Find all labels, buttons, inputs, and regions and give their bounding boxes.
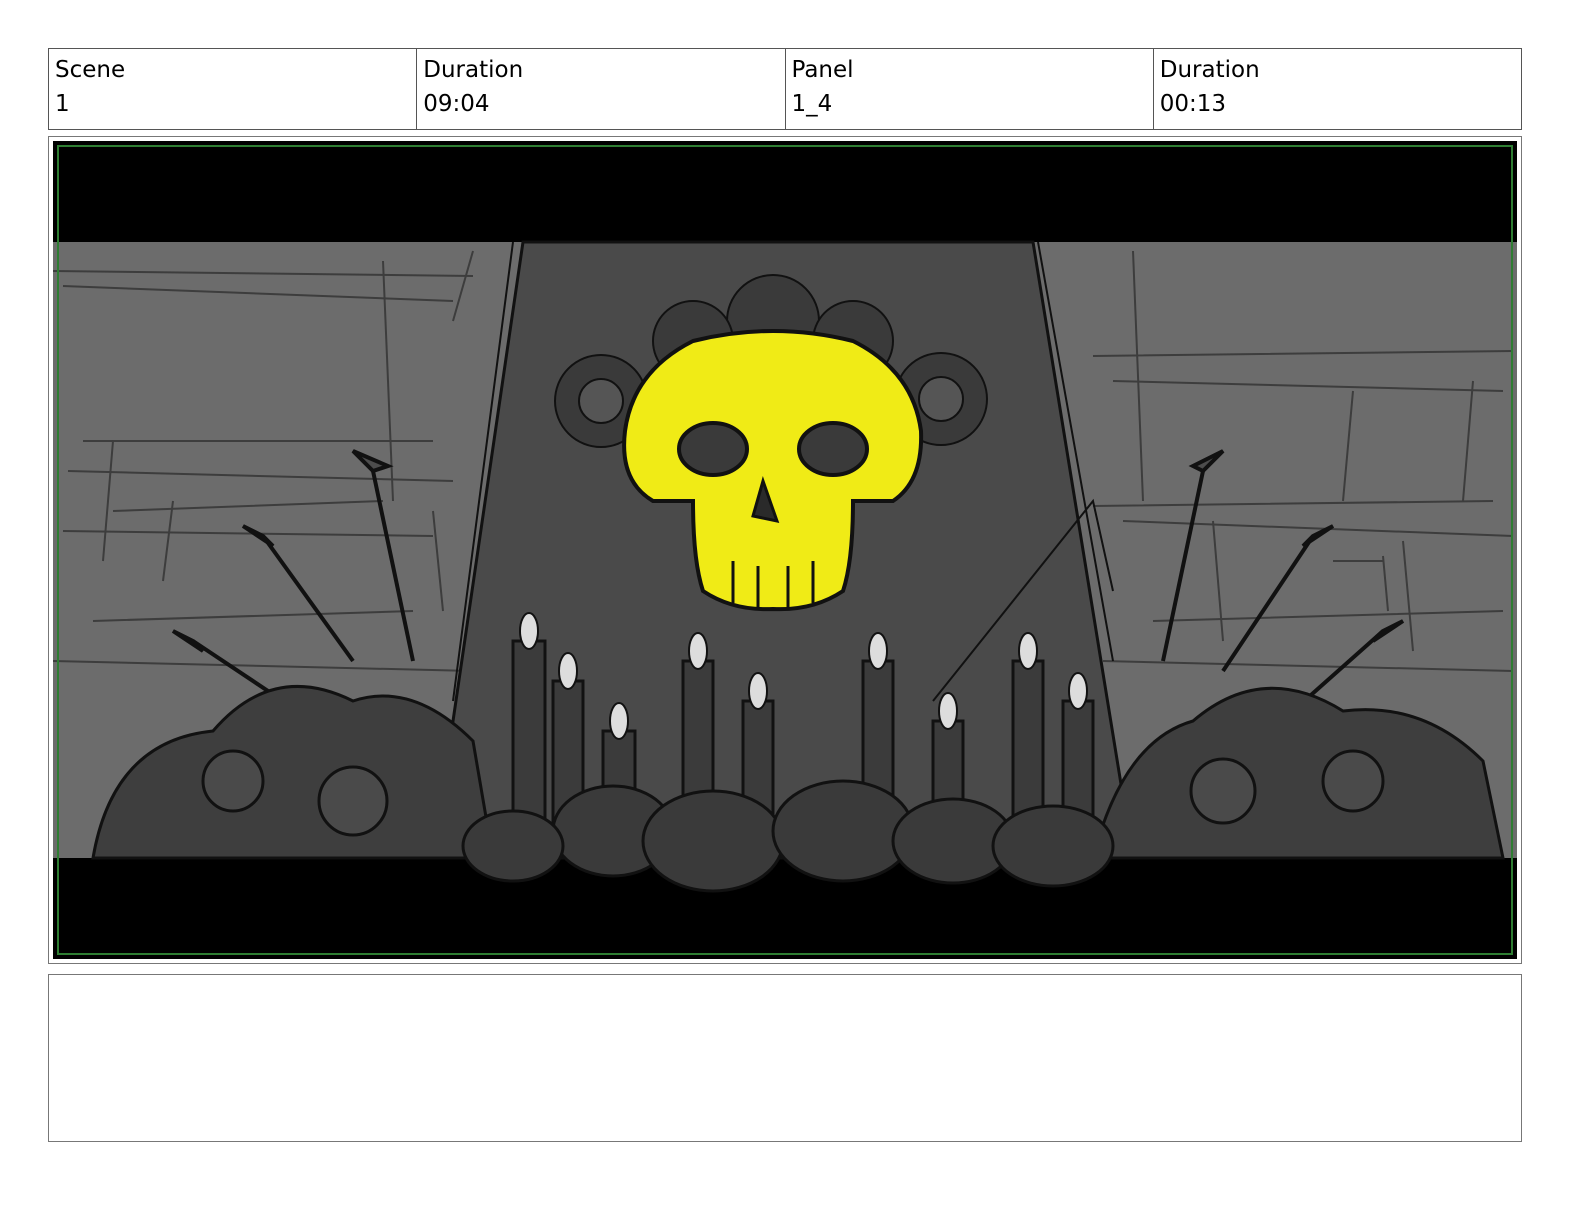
panel-duration-cell: Duration 00:13 (1154, 49, 1521, 129)
scene-cell: Scene 1 (49, 49, 418, 129)
panel-duration-label: Duration (1159, 57, 1260, 83)
scene-duration-cell: Duration 09:04 (417, 49, 786, 129)
scene-label: Scene (55, 57, 126, 83)
storyboard-panel-image (53, 141, 1517, 959)
storyboard-panel-frame (48, 136, 1522, 964)
panel-label: Panel (791, 57, 854, 83)
scene-duration-value: 09:04 (423, 91, 490, 117)
panel-value: 1_4 (791, 91, 833, 117)
panel-drawing (53, 141, 1517, 959)
letterbox-bottom (53, 858, 1517, 959)
panel-notes-box[interactable] (48, 974, 1522, 1142)
letterbox-top (53, 141, 1517, 242)
scene-duration-label: Duration (423, 57, 524, 83)
panel-cell: Panel 1_4 (786, 49, 1154, 129)
panel-info-table: Scene 1 Duration 09:04 Panel 1_4 Duratio… (48, 48, 1522, 130)
scene-value: 1 (55, 91, 70, 117)
panel-duration-value: 00:13 (1159, 91, 1227, 117)
